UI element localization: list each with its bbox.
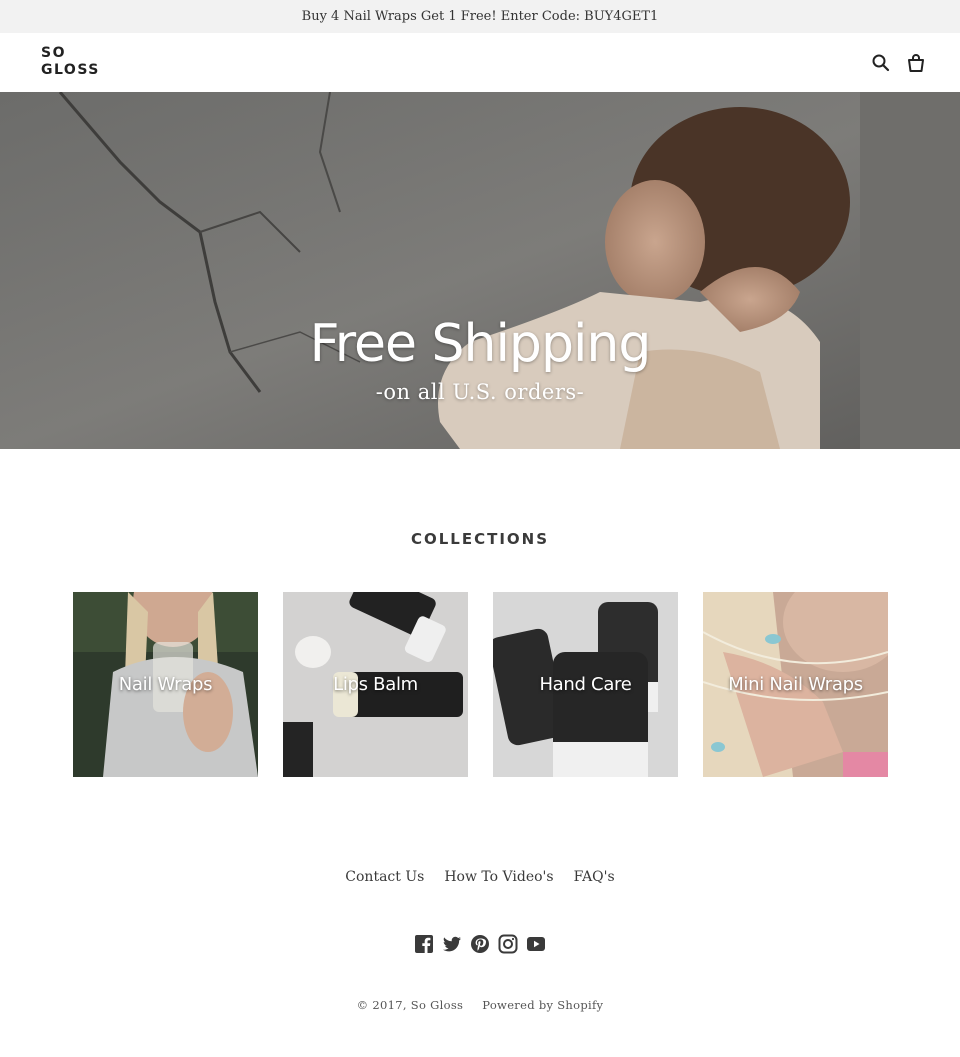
powered-by-link[interactable]: Powered by Shopify — [482, 998, 603, 1012]
logo-line-1: SO — [41, 45, 66, 61]
search-icon[interactable] — [870, 52, 892, 74]
site-logo[interactable]: SO GLOSS — [41, 45, 100, 79]
cart-icon[interactable] — [905, 52, 927, 74]
collection-hand-care[interactable]: Hand Care — [493, 592, 678, 777]
collection-label: Hand Care — [539, 674, 632, 695]
hero-title: Free Shipping — [309, 314, 652, 374]
hero-banner[interactable]: Free Shipping -on all U.S. orders- — [0, 92, 960, 449]
pinterest-icon[interactable] — [470, 934, 490, 954]
collection-label: Lips Balm — [333, 674, 418, 695]
copyright-text[interactable]: © 2017, So Gloss — [357, 998, 464, 1012]
collection-label: Mini Nail Wraps — [728, 674, 863, 695]
footer-link-faqs[interactable]: FAQ's — [574, 869, 615, 885]
announcement-text: Buy 4 Nail Wraps Get 1 Free! Enter Code:… — [301, 9, 659, 24]
youtube-icon[interactable] — [526, 934, 546, 954]
site-header: SO GLOSS — [0, 33, 960, 92]
twitter-icon[interactable] — [442, 934, 462, 954]
copyright-bar: © 2017, So Gloss Powered by Shopify — [0, 998, 960, 1012]
hero-subtitle: -on all U.S. orders- — [375, 380, 585, 404]
collections-heading: COLLECTIONS — [410, 530, 550, 548]
facebook-icon[interactable] — [414, 934, 434, 954]
footer-nav: Contact Us How To Video's FAQ's — [0, 869, 960, 885]
logo-line-2: GLOSS — [41, 62, 100, 78]
footer-link-how-to-videos[interactable]: How To Video's — [444, 869, 553, 885]
instagram-icon[interactable] — [498, 934, 518, 954]
footer-link-contact-us[interactable]: Contact Us — [345, 869, 424, 885]
collection-mini-nail-wraps[interactable]: Mini Nail Wraps — [703, 592, 888, 777]
collection-lips-balm[interactable]: Lips Balm — [283, 592, 468, 777]
social-links — [0, 934, 960, 954]
collection-label: Nail Wraps — [118, 674, 213, 695]
announcement-bar: Buy 4 Nail Wraps Get 1 Free! Enter Code:… — [0, 0, 960, 33]
collection-nail-wraps[interactable]: Nail Wraps — [73, 592, 258, 777]
